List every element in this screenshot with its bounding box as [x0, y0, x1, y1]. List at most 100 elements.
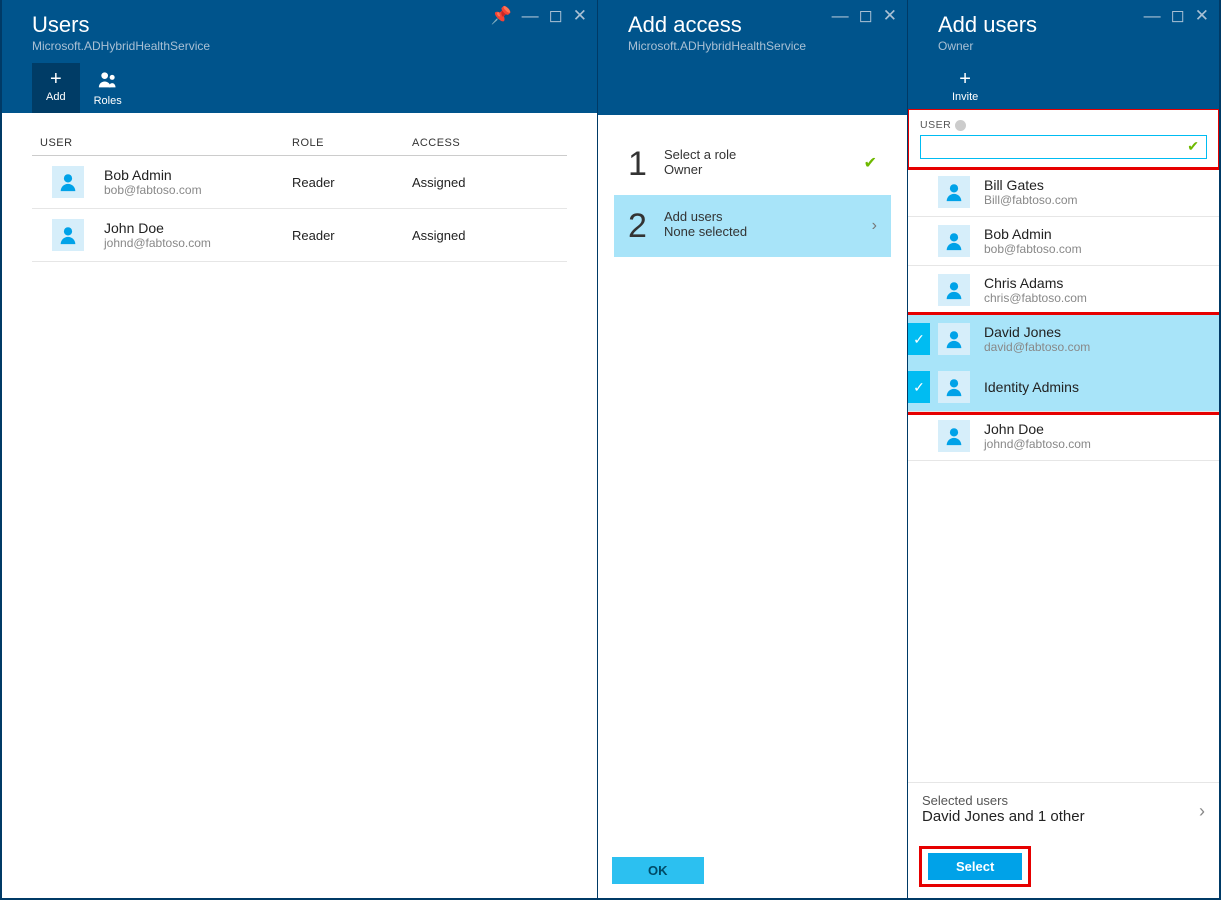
chevron-right-icon: › — [1199, 801, 1205, 822]
checkmark-icon: ✔ — [864, 153, 877, 173]
selection-stripe: ✓ — [908, 371, 930, 403]
user-email: bob@fabtoso.com — [104, 183, 202, 197]
user-email: johnd@fabtoso.com — [104, 236, 211, 250]
maximize-icon[interactable]: ◻ — [859, 6, 873, 26]
col-user: USER — [32, 137, 292, 149]
selected-text: David Jones and 1 other — [922, 808, 1205, 825]
maximize-icon[interactable]: ◻ — [549, 6, 563, 26]
user-search-label: USER — [920, 119, 1207, 131]
user-email: johnd@fabtoso.com — [984, 437, 1091, 451]
maximize-icon[interactable]: ◻ — [1171, 6, 1185, 26]
user-name: Identity Admins — [984, 379, 1079, 395]
titlebar-icons: — ◻ ✕ — [1144, 6, 1209, 26]
list-item[interactable]: ✓ David Jonesdavid@fabtoso.com — [908, 315, 1219, 363]
user-avatar-icon — [52, 166, 84, 198]
info-icon[interactable] — [955, 120, 966, 131]
user-avatar-icon — [52, 219, 84, 251]
selected-users-footer[interactable]: Selected users David Jones and 1 other › — [908, 782, 1219, 835]
user-email: chris@fabtoso.com — [984, 291, 1087, 305]
users-header: 📌 — ◻ ✕ Users Microsoft.ADHybridHealthSe… — [2, 0, 597, 113]
plus-icon: + — [959, 69, 971, 89]
list-item[interactable]: Bob Adminbob@fabtoso.com — [908, 217, 1219, 266]
user-email: bob@fabtoso.com — [984, 242, 1082, 256]
add-users-header: — ◻ ✕ Add users Owner + Invite — [908, 0, 1219, 109]
user-email: david@fabtoso.com — [984, 340, 1090, 354]
table-row[interactable]: Bob Adminbob@fabtoso.com ReaderAssigned — [32, 156, 567, 209]
user-avatar-icon — [938, 420, 970, 452]
add-users-blade: — ◻ ✕ Add users Owner + Invite USER ✔ Bi… — [907, 0, 1219, 898]
user-name: John Doe — [104, 220, 211, 236]
close-icon[interactable]: ✕ — [883, 6, 897, 26]
user-role: Reader — [292, 228, 412, 243]
user-name: John Doe — [984, 421, 1091, 437]
col-role: ROLE — [292, 137, 412, 149]
invite-button[interactable]: + Invite — [938, 63, 992, 109]
selected-label: Selected users — [922, 793, 1205, 808]
step2-subtitle: None selected — [664, 224, 747, 239]
user-search-section: USER ✔ — [908, 109, 1219, 168]
list-item[interactable]: Bill GatesBill@fabtoso.com — [908, 168, 1219, 217]
step2-title: Add users — [664, 209, 747, 224]
select-button[interactable]: Select — [928, 853, 1022, 880]
list-item[interactable]: John Doejohnd@fabtoso.com — [908, 412, 1219, 461]
add-access-blade: — ◻ ✕ Add access Microsoft.ADHybridHealt… — [597, 0, 907, 898]
ok-button[interactable]: OK — [612, 857, 704, 884]
user-access: Assigned — [412, 175, 532, 190]
add-label: Add — [46, 91, 66, 103]
titlebar-icons: — ◻ ✕ — [832, 6, 897, 26]
add-access-header: — ◻ ✕ Add access Microsoft.ADHybridHealt… — [598, 0, 907, 115]
user-search-input[interactable] — [920, 135, 1207, 159]
close-icon[interactable]: ✕ — [1195, 6, 1209, 26]
step1-number: 1 — [628, 147, 664, 181]
titlebar-icons: 📌 — ◻ ✕ — [490, 6, 587, 26]
minimize-icon[interactable]: — — [832, 6, 849, 26]
search-label-text: USER — [920, 119, 951, 131]
add-access-content: 1 Select a role Owner ✔ 2 Add users None… — [598, 115, 907, 843]
selection-stripe — [908, 274, 930, 306]
step1-title: Select a role — [664, 147, 736, 162]
user-access: Assigned — [412, 228, 532, 243]
user-name: David Jones — [984, 324, 1090, 340]
roles-icon — [98, 69, 118, 93]
pin-icon[interactable]: 📌 — [490, 6, 511, 26]
table-row[interactable]: John Doejohnd@fabtoso.com ReaderAssigned — [32, 209, 567, 262]
step-select-role[interactable]: 1 Select a role Owner ✔ — [614, 133, 891, 195]
users-content: USER ROLE ACCESS Bob Adminbob@fabtoso.co… — [2, 113, 597, 898]
user-email: Bill@fabtoso.com — [984, 193, 1078, 207]
user-avatar-icon — [938, 176, 970, 208]
list-item[interactable]: ✓ Identity Admins — [908, 363, 1219, 412]
user-name: Bill Gates — [984, 177, 1078, 193]
minimize-icon[interactable]: — — [522, 6, 539, 26]
list-item[interactable]: Chris Adamschris@fabtoso.com — [908, 266, 1219, 315]
users-table-header: USER ROLE ACCESS — [32, 131, 567, 156]
step-add-users[interactable]: 2 Add users None selected › — [614, 195, 891, 257]
selection-stripe — [908, 176, 930, 208]
user-avatar-icon — [938, 274, 970, 306]
user-avatar-icon — [938, 225, 970, 257]
selection-stripe — [908, 225, 930, 257]
roles-button[interactable]: Roles — [80, 63, 136, 113]
close-icon[interactable]: ✕ — [573, 6, 587, 26]
users-toolbar: + Add Roles — [32, 63, 579, 113]
step2-number: 2 — [628, 209, 664, 243]
roles-label: Roles — [94, 95, 122, 107]
add-users-subtitle: Owner — [938, 39, 1201, 53]
user-avatar-icon — [938, 371, 970, 403]
select-highlight: Select — [922, 849, 1028, 884]
add-access-subtitle: Microsoft.ADHybridHealthService — [628, 39, 889, 53]
selection-stripe — [908, 420, 930, 452]
add-button[interactable]: + Add — [32, 63, 80, 113]
user-role: Reader — [292, 175, 412, 190]
selection-stripe: ✓ — [908, 323, 930, 355]
user-name: Bob Admin — [984, 226, 1082, 242]
user-list: Bill GatesBill@fabtoso.comBob Adminbob@f… — [908, 168, 1219, 782]
step1-subtitle: Owner — [664, 162, 736, 177]
chevron-right-icon: › — [872, 217, 877, 235]
user-name: Bob Admin — [104, 167, 202, 183]
col-access: ACCESS — [412, 137, 532, 149]
user-name: Chris Adams — [984, 275, 1087, 291]
user-avatar-icon — [938, 323, 970, 355]
plus-icon: + — [50, 69, 62, 89]
users-blade: 📌 — ◻ ✕ Users Microsoft.ADHybridHealthSe… — [0, 0, 597, 898]
minimize-icon[interactable]: — — [1144, 6, 1161, 26]
